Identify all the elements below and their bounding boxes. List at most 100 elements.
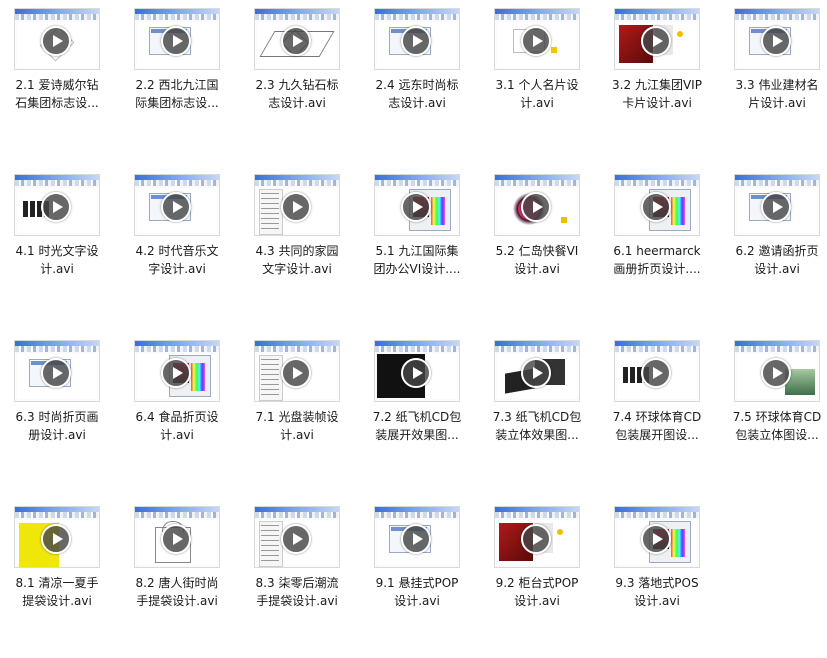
file-item[interactable]: 4.2 时代音乐文 字设计.avi	[120, 166, 234, 326]
file-name-line-1: 9.2 柜台式POP	[495, 576, 579, 590]
file-item[interactable]: 9.2 柜台式POP 设计.avi	[480, 498, 594, 658]
file-name-line-2: 册设计.avi	[28, 428, 86, 442]
file-name-line-2: 志设计.avi	[388, 96, 446, 110]
file-name-line-2: 包装展开图设...	[615, 428, 699, 442]
file-name-line-1: 7.2 纸飞机CD包	[372, 410, 462, 424]
file-name-line-2: 设计.avi	[394, 594, 440, 608]
play-icon	[41, 192, 71, 222]
file-name-label: 2.2 西北九江国 际集团标志设...	[120, 76, 234, 112]
file-name-line-1: 7.5 环球体育CD	[732, 410, 822, 424]
file-name-label: 8.1 清凉一夏手 提袋设计.avi	[0, 574, 114, 610]
file-item[interactable]: 7.5 环球体育CD 包装立体图设...	[720, 332, 827, 492]
play-icon	[761, 358, 791, 388]
file-name-line-2: 设计.avi	[634, 594, 680, 608]
file-item[interactable]: 6.3 时尚折页画 册设计.avi	[0, 332, 114, 492]
file-name-line-2: 计.avi	[40, 262, 74, 276]
file-item[interactable]: 8.1 清凉一夏手 提袋设计.avi	[0, 498, 114, 658]
file-item[interactable]: 7.1 光盘装帧设 计.avi	[240, 332, 354, 492]
file-name-line-2: 装立体效果图...	[495, 428, 579, 442]
play-icon	[281, 192, 311, 222]
play-icon	[161, 358, 191, 388]
file-name-line-1: 5.1 九江国际集	[375, 244, 459, 258]
file-name-line-1: 2.4 远东时尚标	[375, 78, 459, 92]
play-icon	[641, 358, 671, 388]
file-item[interactable]: 7.4 环球体育CD 包装展开图设...	[600, 332, 714, 492]
file-name-line-1: 8.3 柒零后潮流	[255, 576, 339, 590]
file-name-line-1: 7.4 环球体育CD	[612, 410, 702, 424]
file-item[interactable]: 9.3 落地式POS 设计.avi	[600, 498, 714, 658]
play-icon	[401, 358, 431, 388]
file-name-label: 4.3 共同的家园 文字设计.avi	[240, 242, 354, 278]
file-name-line-1: 7.3 纸飞机CD包	[492, 410, 582, 424]
file-name-label: 3.3 伟业建材名 片设计.avi	[720, 76, 827, 112]
play-icon	[41, 26, 71, 56]
file-name-label: 4.1 时光文字设 计.avi	[0, 242, 114, 278]
file-item[interactable]: 7.2 纸飞机CD包 装展开效果图...	[360, 332, 474, 492]
file-name-line-2: 字设计.avi	[148, 262, 206, 276]
play-icon	[401, 524, 431, 554]
play-icon	[401, 192, 431, 222]
file-item[interactable]: 6.4 食品折页设 计.avi	[120, 332, 234, 492]
play-icon	[641, 524, 671, 554]
file-name-line-2: 设计.avi	[754, 262, 800, 276]
file-item[interactable]: 3.1 个人名片设 计.avi	[480, 0, 594, 160]
file-name-line-2: 团办公VI设计....	[373, 262, 461, 276]
play-icon	[521, 524, 551, 554]
file-name-line-2: 志设计.avi	[268, 96, 326, 110]
file-item[interactable]: 6.1 heermarck 画册折页设计....	[600, 166, 714, 326]
file-name-label: 7.3 纸飞机CD包 装立体效果图...	[480, 408, 594, 444]
file-name-label: 2.4 远东时尚标 志设计.avi	[360, 76, 474, 112]
file-name-line-1: 3.2 九江集团VIP	[612, 78, 702, 92]
play-icon	[281, 26, 311, 56]
play-icon	[41, 358, 71, 388]
file-name-line-2: 卡片设计.avi	[622, 96, 692, 110]
file-name-line-1: 5.2 仁岛快餐VI	[495, 244, 579, 258]
file-name-label: 9.3 落地式POS 设计.avi	[600, 574, 714, 610]
file-item[interactable]: 4.1 时光文字设 计.avi	[0, 166, 114, 326]
file-item[interactable]: 4.3 共同的家园 文字设计.avi	[240, 166, 354, 326]
file-name-line-2: 设计.avi	[514, 594, 560, 608]
file-name-line-2: 际集团标志设...	[135, 96, 219, 110]
file-name-label: 4.2 时代音乐文 字设计.avi	[120, 242, 234, 278]
file-name-line-1: 6.2 邀请函折页	[735, 244, 819, 258]
file-item[interactable]: 8.3 柒零后潮流 手提袋设计.avi	[240, 498, 354, 658]
file-name-label: 5.2 仁岛快餐VI 设计.avi	[480, 242, 594, 278]
play-icon	[761, 192, 791, 222]
file-name-label: 7.1 光盘装帧设 计.avi	[240, 408, 354, 444]
file-item[interactable]: 9.1 悬挂式POP 设计.avi	[360, 498, 474, 658]
play-icon	[161, 26, 191, 56]
file-item[interactable]: 2.3 九久钻石标 志设计.avi	[240, 0, 354, 160]
file-item[interactable]: 3.2 九江集团VIP 卡片设计.avi	[600, 0, 714, 160]
file-item[interactable]: 2.1 爱诗威尔钻 石集团标志设...	[0, 0, 114, 160]
file-name-line-2: 手提袋设计.avi	[136, 594, 218, 608]
file-item[interactable]: 8.2 唐人街时尚 手提袋设计.avi	[120, 498, 234, 658]
file-name-line-2: 计.avi	[520, 96, 554, 110]
file-name-line-2: 手提袋设计.avi	[256, 594, 338, 608]
file-name-line-2: 文字设计.avi	[262, 262, 332, 276]
file-name-line-1: 4.1 时光文字设	[15, 244, 99, 258]
file-name-line-2: 石集团标志设...	[15, 96, 99, 110]
play-icon	[281, 524, 311, 554]
file-name-label: 8.2 唐人街时尚 手提袋设计.avi	[120, 574, 234, 610]
file-name-line-2: 计.avi	[280, 428, 314, 442]
file-item[interactable]: 6.2 邀请函折页 设计.avi	[720, 166, 827, 326]
file-item[interactable]: 7.3 纸飞机CD包 装立体效果图...	[480, 332, 594, 492]
play-icon	[761, 26, 791, 56]
file-grid: 2.1 爱诗威尔钻 石集团标志设... 2.2 西北九江国 际集团标志设... 2.3 …	[0, 0, 827, 626]
file-item[interactable]: 5.2 仁岛快餐VI 设计.avi	[480, 166, 594, 326]
play-icon	[161, 524, 191, 554]
file-item[interactable]: 2.4 远东时尚标 志设计.avi	[360, 0, 474, 160]
play-icon	[521, 192, 551, 222]
play-icon	[521, 358, 551, 388]
file-name-line-2: 画册折页设计....	[613, 262, 701, 276]
file-item[interactable]: 2.2 西北九江国 际集团标志设...	[120, 0, 234, 160]
file-name-label: 9.1 悬挂式POP 设计.avi	[360, 574, 474, 610]
file-name-label: 2.3 九久钻石标 志设计.avi	[240, 76, 354, 112]
file-name-line-1: 3.1 个人名片设	[495, 78, 579, 92]
file-item[interactable]: 3.3 伟业建材名 片设计.avi	[720, 0, 827, 160]
file-name-line-2: 包装立体图设...	[735, 428, 819, 442]
play-icon	[521, 26, 551, 56]
file-name-line-1: 2.1 爱诗威尔钻	[15, 78, 99, 92]
file-item[interactable]: 5.1 九江国际集 团办公VI设计....	[360, 166, 474, 326]
file-name-line-1: 9.1 悬挂式POP	[375, 576, 459, 590]
